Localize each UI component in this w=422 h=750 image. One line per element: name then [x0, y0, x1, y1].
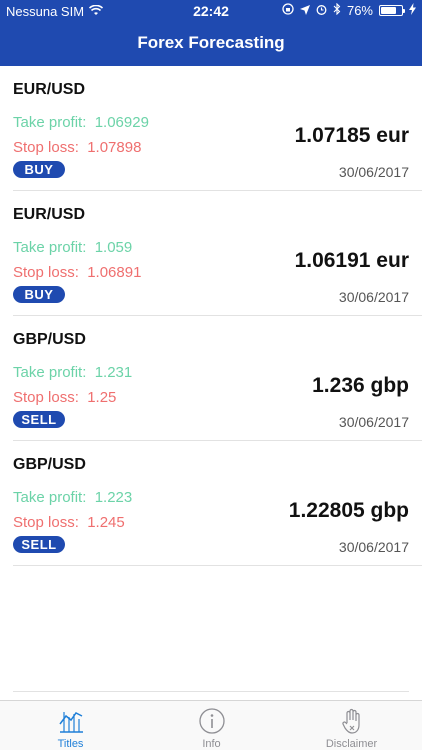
list-item[interactable]: EUR/USD Take profit: 1.059 Stop loss: 1.… — [13, 191, 422, 316]
battery-icon — [379, 5, 405, 16]
price: 1.22805 gbp — [288, 499, 409, 522]
take-profit: Take profit: 1.059 — [13, 239, 133, 256]
action-badge: SELL — [13, 411, 65, 428]
list-item[interactable]: GBP/USD Take profit: 1.231 Stop loss: 1.… — [13, 316, 422, 441]
charging-icon — [409, 3, 416, 18]
tab-label: Titles — [57, 738, 84, 750]
status-bar: Nessuna SIM 22:42 76% — [0, 0, 422, 22]
currency-pair: EUR/USD — [13, 206, 86, 223]
price: 1.236 gbp — [312, 374, 409, 397]
price: 1.06191 eur — [294, 249, 409, 272]
currency-pair: GBP/USD — [13, 331, 86, 348]
take-profit: Take profit: 1.231 — [13, 364, 133, 381]
tab-label: Disclaimer — [325, 738, 378, 750]
date: 30/06/2017 — [338, 289, 409, 305]
bluetooth-icon — [333, 2, 341, 18]
list-item[interactable]: GBP/USD Take profit: 1.223 Stop loss: 1.… — [13, 441, 422, 566]
stop-loss: Stop loss: 1.06891 — [13, 264, 142, 281]
lock-rotation-icon — [282, 3, 294, 18]
date: 30/06/2017 — [338, 164, 409, 180]
location-arrow-icon — [299, 3, 310, 18]
page-title: Forex Forecasting — [137, 33, 285, 52]
tab-bar: Titles Info Disclaimer — [0, 700, 422, 750]
forecast-list: EUR/USD Take profit: 1.06929 Stop loss: … — [0, 66, 422, 566]
stop-loss: Stop loss: 1.07898 — [13, 139, 142, 156]
battery-percent: 76% — [346, 3, 373, 18]
take-profit: Take profit: 1.06929 — [13, 114, 149, 131]
list-item[interactable]: EUR/USD Take profit: 1.06929 Stop loss: … — [13, 66, 422, 191]
price: 1.07185 eur — [294, 124, 409, 147]
stop-loss: Stop loss: 1.245 — [13, 514, 125, 531]
take-profit: Take profit: 1.223 — [13, 489, 133, 506]
currency-pair: GBP/USD — [13, 456, 86, 473]
action-badge: BUY — [13, 286, 65, 303]
divider — [13, 691, 409, 692]
currency-pair: EUR/USD — [13, 81, 86, 98]
stop-loss: Stop loss: 1.25 — [13, 389, 117, 406]
tab-titles[interactable]: Titles — [0, 701, 141, 750]
alarm-icon — [316, 3, 327, 18]
action-badge: BUY — [13, 161, 65, 178]
header: Nessuna SIM 22:42 76% Forex Forecasting — [0, 0, 422, 66]
tab-label: Info — [202, 738, 221, 750]
tab-disclaimer[interactable]: Disclaimer — [281, 701, 422, 750]
date: 30/06/2017 — [338, 414, 409, 430]
date: 30/06/2017 — [338, 539, 409, 555]
tab-info[interactable]: Info — [141, 701, 282, 750]
action-badge: SELL — [13, 536, 65, 553]
